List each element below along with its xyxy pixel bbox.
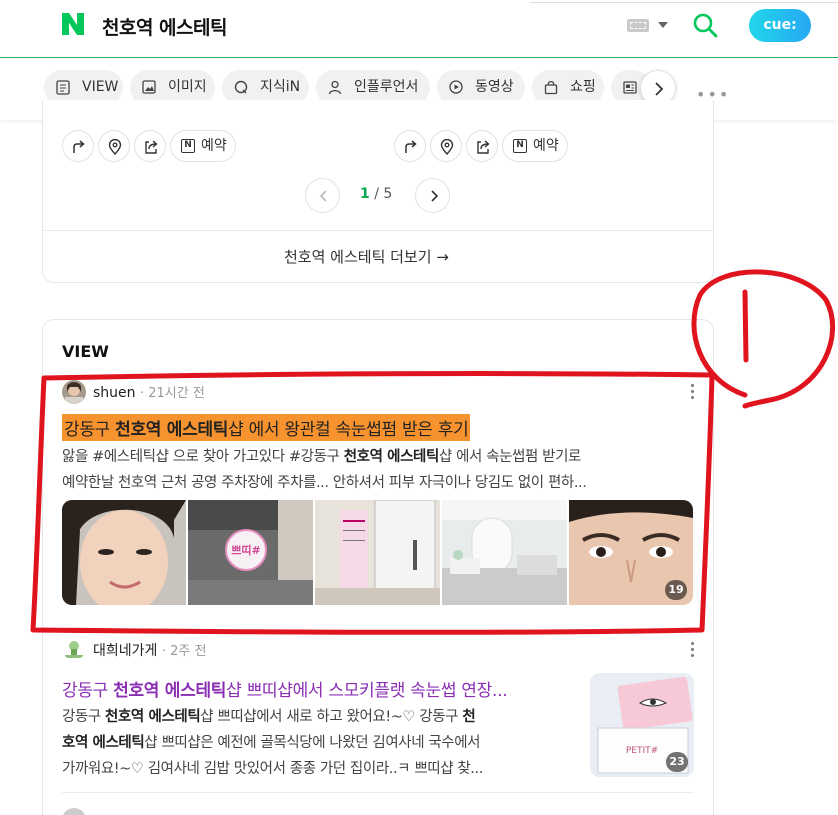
post-time: · 2주 전 — [161, 644, 207, 659]
prev-page-button[interactable] — [305, 178, 340, 213]
cue-button[interactable]: cue: — [749, 9, 811, 42]
keyboard-icon[interactable] — [627, 19, 649, 32]
post-title-link[interactable]: 강동구 천호역 에스테틱샵 에서 왕관컬 속눈썹펌 받은 후기 — [62, 414, 471, 441]
chevron-left-icon — [319, 190, 327, 202]
more-results-link[interactable]: 천호역 에스테틱 더보기 → — [284, 246, 449, 267]
thumbnail-image[interactable]: 쁘띠# — [188, 500, 313, 605]
title-text: 샵 쁘띠샵에서 스모키플랫 속눈썹 연장... — [226, 681, 508, 701]
share-icon — [145, 140, 158, 154]
image-count-badge: 23 — [666, 752, 688, 772]
tab-label: VIEW — [82, 79, 119, 95]
post-description[interactable]: 앓을 #에스테틱샵 으로 찾아 가고있다 #강동구 천호역 에스테틱샵 에서 속… — [62, 444, 702, 496]
share-icon — [477, 140, 490, 154]
share-button[interactable] — [466, 130, 498, 162]
avatar[interactable] — [62, 636, 86, 660]
title-text: 강동구 — [64, 420, 116, 440]
window-edge — [530, 0, 838, 3]
q-icon — [234, 80, 248, 94]
desc-keyword: 호역 에스테틱 — [62, 735, 145, 751]
post-description[interactable]: 강동구 천호역 에스테틱샵 쁘띠샵에서 새로 하고 왔어요!~♡ 강동구 천 호… — [62, 704, 577, 782]
reserve-button[interactable]: N 예약 — [170, 130, 236, 162]
next-page-button[interactable] — [415, 178, 450, 213]
naver-logo-icon[interactable] — [60, 11, 86, 37]
map-pin-icon — [440, 139, 454, 155]
thumbnail-image[interactable] — [62, 500, 186, 605]
tab-label: 이미지 — [168, 79, 207, 95]
reserve-label: 예약 — [533, 138, 559, 154]
thumb-brand: PETIT# — [626, 746, 658, 756]
directions-icon — [405, 140, 417, 153]
image-count-badge: 19 — [665, 580, 687, 600]
tab-label: 쇼핑 — [570, 79, 596, 95]
reserve-label: 예약 — [201, 138, 227, 154]
document-icon — [56, 80, 70, 95]
search-icon[interactable] — [692, 12, 718, 38]
directions-button[interactable] — [394, 130, 426, 162]
post-time: · 21시간 전 — [139, 386, 205, 401]
location-button[interactable] — [98, 130, 130, 162]
directions-button[interactable] — [62, 130, 94, 162]
desc-line: 가까워요!~♡ 김여사네 김밥 맛있어서 종종 가던 집이라..ㅋ 쁘띠샵 찾.… — [62, 761, 483, 777]
chevron-right-icon — [431, 190, 439, 202]
post-title-link[interactable]: 강동구 천호역 에스테틱샵 쁘띠샵에서 스모키플랫 속눈썹 연장... — [62, 676, 508, 701]
post-author[interactable]: 대희네가게 · 2주 전 — [93, 640, 206, 660]
desc-text: 강동구 — [62, 709, 106, 725]
naver-n-icon: N — [181, 139, 195, 153]
bag-icon — [544, 80, 558, 95]
title-keyword: 천호역 에스테틱 — [115, 420, 229, 440]
desc-line: 강동구 천호역 에스테틱샵 쁘띠샵에서 새로 하고 왔어요!~♡ 강동구 천 — [62, 704, 577, 730]
desc-keyword: 천호역 에스테틱 — [343, 449, 440, 465]
avatar[interactable] — [62, 380, 86, 404]
news-icon — [623, 81, 637, 94]
naver-n-icon: N — [513, 139, 527, 153]
kebab-menu-icon[interactable] — [689, 384, 695, 400]
page-total: 5 — [383, 186, 393, 202]
map-pin-icon — [108, 139, 122, 155]
desc-text: 앓을 #에스테틱샵 으로 찾아 가고있다 #강동구 — [62, 449, 344, 465]
image-icon — [142, 80, 156, 94]
location-button[interactable] — [430, 130, 462, 162]
title-keyword: 천호역 에스테틱 — [113, 681, 227, 701]
post-author[interactable]: shuen · 21시간 전 — [93, 382, 205, 401]
desc-text: 샵 에서 속눈썹펌 받기로 — [438, 449, 581, 465]
search-header: 천호역 에스테틱 cue: — [0, 0, 838, 58]
tab-label: 동영상 — [475, 79, 514, 95]
desc-text: 샵 쁘띠샵에서 새로 하고 왔어요!~♡ 강동구 — [200, 709, 463, 725]
thumbnail-image[interactable] — [442, 500, 567, 605]
section-title: VIEW — [62, 342, 109, 361]
title-text: 강동구 — [62, 681, 114, 701]
desc-text: 샵 쁘띠샵은 예전에 골목식당에 나왔던 김여사네 국수에서 — [144, 735, 481, 751]
search-query[interactable]: 천호역 에스테틱 — [102, 13, 227, 40]
share-button[interactable] — [134, 130, 166, 162]
desc-keyword: 천호역 에스테틱 — [105, 709, 201, 725]
page-separator: / — [369, 186, 384, 202]
directions-icon — [73, 140, 85, 153]
tab-label: 지식iN — [260, 79, 301, 95]
kebab-menu-icon[interactable] — [689, 642, 695, 658]
person-icon — [328, 80, 342, 95]
page-indicator: 1 / 5 — [360, 186, 392, 202]
thumbnail-image[interactable] — [315, 500, 440, 605]
post-thumbnail[interactable]: PETIT# 23 — [590, 673, 694, 777]
reserve-button[interactable]: N 예약 — [502, 130, 568, 162]
page-current: 1 — [360, 186, 370, 202]
tab-label: 인플루언서 — [354, 79, 419, 95]
chevron-down-icon[interactable] — [658, 22, 668, 28]
play-icon — [449, 80, 463, 94]
post-thumbnails[interactable]: 쁘띠# 19 — [62, 500, 693, 605]
desc-line: 앓을 #에스테틱샵 으로 찾아 가고있다 #강동구 천호역 에스테틱샵 에서 속… — [62, 444, 702, 470]
divider — [62, 792, 694, 793]
desc-line: 호역 에스테틱샵 쁘띠샵은 예전에 골목식당에 나왔던 김여사네 국수에서 — [62, 730, 577, 756]
author-name: 대희네가게 — [93, 643, 158, 659]
title-text: 샵 에서 왕관컬 속눈썹펌 받은 후기 — [228, 420, 469, 440]
divider — [42, 230, 714, 231]
desc-line: 예약한날 천호역 근처 공영 주차장에 주차를... 안하셔서 피부 자극이나 … — [62, 475, 587, 491]
desc-keyword: 천 — [462, 709, 476, 725]
sign-text: 쁘띠# — [231, 543, 260, 557]
author-name: shuen — [93, 385, 136, 401]
